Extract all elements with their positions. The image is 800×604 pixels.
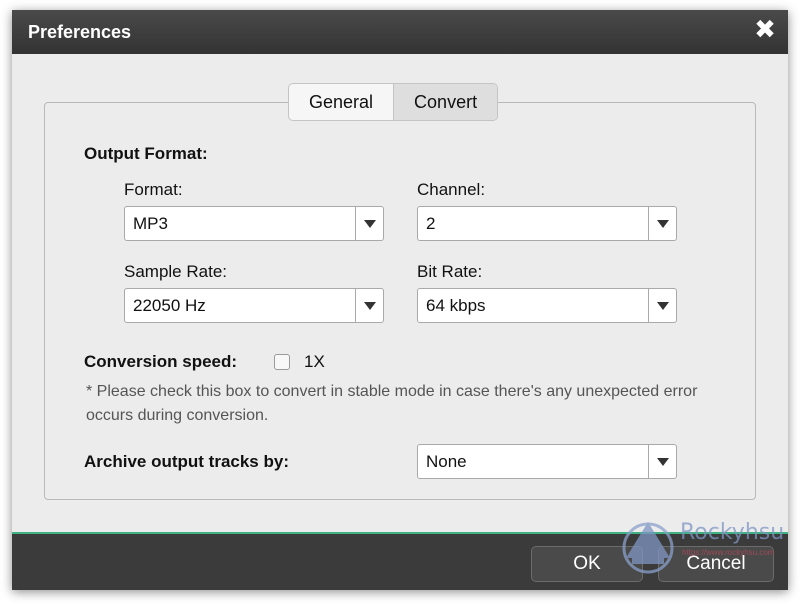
chevron-down-icon[interactable] (355, 207, 383, 240)
conversion-speed-checkbox[interactable] (274, 354, 290, 370)
channel-label: Channel: (417, 180, 486, 199)
conversion-speed-note: * Please check this box to convert in st… (86, 383, 698, 424)
bit-rate-label: Bit Rate: (417, 262, 483, 281)
format-select[interactable]: MP3 (124, 206, 384, 241)
channel-select[interactable]: 2 (417, 206, 677, 241)
archive-label: Archive output tracks by: (84, 452, 289, 471)
tab-convert[interactable]: Convert (393, 84, 498, 120)
watermark: Rockyhsu https://www.rockyhsu.com (618, 518, 788, 578)
sample-rate-label: Sample Rate: (124, 262, 227, 281)
close-icon[interactable]: ✖ (752, 16, 778, 42)
watermark-url: https://www.rockyhsu.com (682, 548, 775, 557)
chevron-down-icon[interactable] (355, 289, 383, 322)
dialog-title: Preferences (28, 22, 132, 42)
archive-select[interactable]: None (417, 444, 677, 479)
conversion-speed-option[interactable]: 1X (304, 352, 325, 372)
bit-rate-value: 64 kbps (426, 296, 486, 315)
chevron-down-icon[interactable] (648, 289, 676, 322)
output-format-heading: Output Format: (84, 144, 208, 163)
format-label: Format: (124, 180, 183, 199)
channel-value: 2 (426, 214, 436, 233)
sample-rate-select[interactable]: 22050 Hz (124, 288, 384, 323)
watermark-text: Rockyhsu (680, 520, 785, 545)
chevron-down-icon[interactable] (648, 445, 676, 478)
pyramid-logo-icon (622, 522, 674, 574)
sample-rate-value: 22050 Hz (133, 296, 206, 315)
archive-value: None (426, 452, 467, 471)
tab-bar: General Convert (288, 83, 499, 121)
bit-rate-select[interactable]: 64 kbps (417, 288, 677, 323)
preferences-dialog: Preferences ✖ General Convert Output For… (12, 10, 788, 590)
title-bar: Preferences ✖ (12, 10, 788, 54)
format-value: MP3 (133, 214, 168, 233)
chevron-down-icon[interactable] (648, 207, 676, 240)
conversion-speed-label: Conversion speed: (84, 352, 238, 371)
tab-general[interactable]: General (289, 84, 393, 120)
